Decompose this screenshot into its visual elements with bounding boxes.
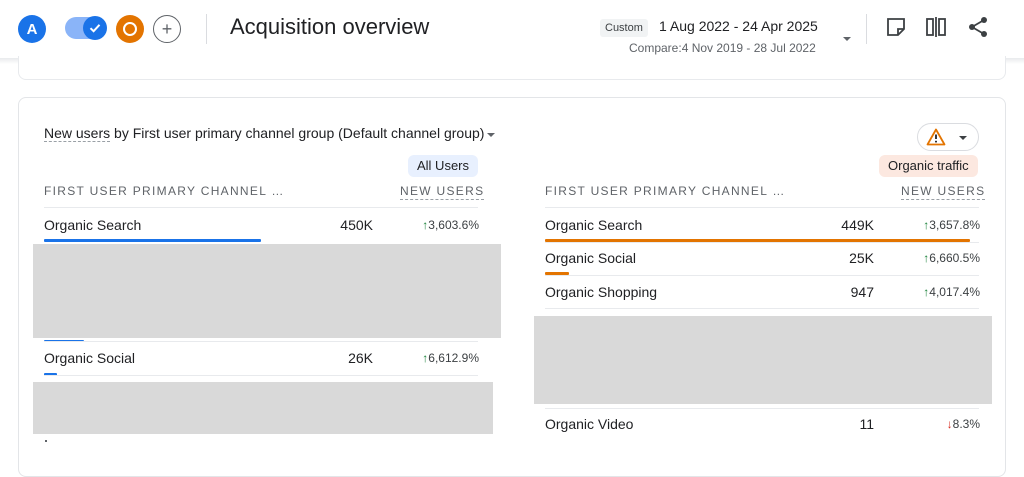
table-row-value: 26K — [348, 350, 373, 366]
page-title: Acquisition overview — [230, 14, 430, 39]
add-comparison-button[interactable]: + — [153, 15, 181, 43]
caret-down-icon[interactable] — [486, 126, 496, 142]
dimension-selector[interactable]: First user primary channel group (Defaul… — [133, 125, 485, 141]
header-divider — [206, 14, 207, 44]
data-quality-button[interactable] — [917, 123, 979, 151]
check-icon — [83, 16, 107, 40]
segment-chip-organic-traffic: Organic traffic — [879, 155, 978, 177]
table-row-label: Organic Social — [545, 250, 637, 266]
row-divider — [545, 308, 979, 309]
redacted-block — [33, 244, 501, 338]
table-row-change: ↑6,660.5% — [923, 251, 980, 265]
table-row-change: ↑3,603.6% — [422, 218, 479, 232]
edit-note-icon[interactable] — [884, 15, 908, 39]
segment-chip-all-users: All Users — [408, 155, 479, 177]
compare-columns-icon[interactable] — [924, 15, 948, 39]
compare-range-label[interactable]: Compare:4 Nov 2019 - 28 Jul 2022 — [629, 41, 816, 55]
share-icon[interactable] — [966, 15, 990, 39]
table-row-label: Organic Video — [545, 416, 634, 432]
caret-down-icon — [959, 136, 967, 140]
table-row-value: 11 — [859, 416, 874, 432]
app-header: A + Acquisition overview Custom 1 Aug 20… — [0, 0, 1024, 58]
row-divider — [44, 341, 478, 342]
comparison-toggle[interactable] — [65, 16, 107, 40]
dimension-column-header[interactable]: FIRST USER PRIMARY CHANNEL … — [545, 184, 786, 198]
segment-a-avatar[interactable]: A — [18, 15, 46, 43]
warning-icon — [926, 128, 946, 146]
row-divider — [44, 375, 478, 376]
card-title: New users by First user primary channel … — [44, 125, 496, 142]
circle-icon — [123, 22, 137, 36]
table-row-value: 25K — [849, 250, 874, 266]
plus-icon: + — [161, 18, 173, 39]
custom-range-chip: Custom — [600, 19, 648, 37]
row-divider — [545, 408, 979, 409]
table-row-change: ↑3,657.8% — [923, 218, 980, 232]
metric-selector[interactable]: New users — [44, 125, 111, 142]
table-row-label: Organic Social — [44, 350, 136, 366]
redacted-block — [33, 382, 493, 434]
row-divider — [545, 242, 979, 243]
metric-column-header[interactable]: NEW USERS — [400, 184, 485, 200]
table-row-change: ↑6,612.9% — [422, 351, 479, 365]
table-row-value: 449K — [841, 217, 874, 233]
segment-organic-avatar[interactable] — [116, 15, 144, 43]
header-divider — [44, 207, 478, 208]
bar-remnant — [45, 440, 47, 442]
table-row-change: ↓8.3% — [946, 417, 980, 431]
table-row-label: Organic Shopping — [545, 284, 658, 300]
table-row-change: ↑4,017.4% — [923, 285, 980, 299]
table-row-value: 450K — [340, 217, 373, 233]
metric-column-header[interactable]: NEW USERS — [901, 184, 986, 200]
new-users-channel-card: New users by First user primary channel … — [18, 97, 1006, 477]
title-by: by — [110, 125, 133, 141]
table-row-label: Organic Search — [545, 217, 643, 233]
table-row-value: 947 — [850, 284, 874, 300]
header-divider-2 — [866, 14, 867, 44]
row-divider — [545, 275, 979, 276]
previous-card — [18, 56, 1006, 80]
caret-down-icon[interactable] — [842, 30, 852, 48]
date-range-label[interactable]: 1 Aug 2022 - 24 Apr 2025 — [659, 18, 818, 34]
redacted-block — [534, 316, 992, 404]
header-divider — [545, 207, 979, 208]
share-bar — [44, 239, 261, 242]
table-row-label: Organic Search — [44, 217, 142, 233]
dimension-column-header[interactable]: FIRST USER PRIMARY CHANNEL … — [44, 184, 285, 198]
